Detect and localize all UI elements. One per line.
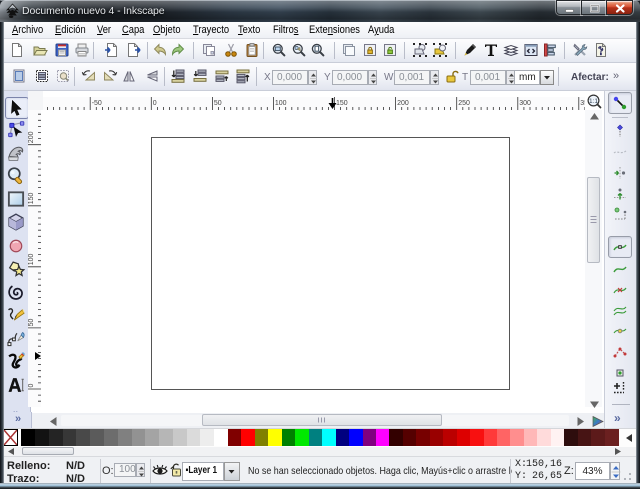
- svg-text:250: 250: [458, 100, 470, 107]
- svg-text:100: 100: [275, 100, 287, 107]
- svg-text:150: 150: [28, 193, 35, 205]
- svg-text:150: 150: [336, 100, 348, 107]
- svg-text:1:1: 1:1: [589, 98, 598, 105]
- svg-text:-50: -50: [92, 100, 102, 107]
- svg-text:200: 200: [28, 131, 35, 143]
- svg-text:100: 100: [28, 254, 35, 266]
- svg-text:0: 0: [28, 384, 35, 388]
- svg-text:50: 50: [214, 100, 222, 107]
- svg-text:0: 0: [153, 100, 157, 107]
- svg-text:300: 300: [519, 100, 531, 107]
- svg-text:200: 200: [397, 100, 409, 107]
- svg-text:50: 50: [28, 319, 35, 327]
